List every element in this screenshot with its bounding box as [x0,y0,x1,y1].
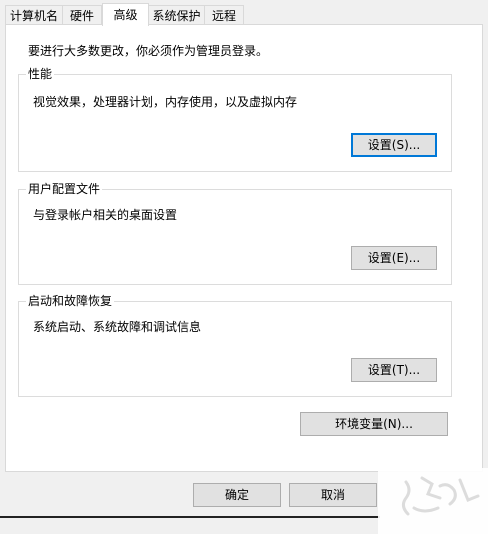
tab-strip: 计算机名 硬件 高级 系统保护 远程 [5,3,485,26]
admin-notice: 要进行大多数更改，你必须作为管理员登录。 [28,44,269,58]
performance-group-title: 性能 [26,67,55,81]
watermark-graphic [378,468,488,534]
startup-recovery-group [18,301,452,397]
user-profiles-settings-button[interactable]: 设置(E)... [351,246,437,270]
startup-recovery-description: 系统启动、系统故障和调试信息 [33,320,202,334]
user-profiles-description: 与登录帐户相关的桌面设置 [33,208,178,222]
tab-computer-name[interactable]: 计算机名 [5,5,63,25]
performance-settings-button[interactable]: 设置(S)... [351,133,437,157]
performance-description: 视觉效果，处理器计划，内存使用，以及虚拟内存 [33,95,298,109]
tab-hardware[interactable]: 硬件 [62,5,102,25]
user-profiles-group-title: 用户配置文件 [26,182,103,196]
user-profiles-group [18,189,452,285]
performance-group [18,74,452,172]
startup-recovery-group-title: 启动和故障恢复 [26,294,115,308]
tab-advanced[interactable]: 高级 [102,3,149,26]
ok-button[interactable]: 确定 [193,483,281,507]
tab-remote[interactable]: 远程 [204,5,244,25]
environment-variables-button[interactable]: 环境变量(N)... [300,412,448,436]
bottom-edge-divider [0,516,380,518]
startup-recovery-settings-button[interactable]: 设置(T)... [351,358,437,382]
tab-system-protection[interactable]: 系统保护 [148,5,205,25]
cancel-button[interactable]: 取消 [289,483,377,507]
